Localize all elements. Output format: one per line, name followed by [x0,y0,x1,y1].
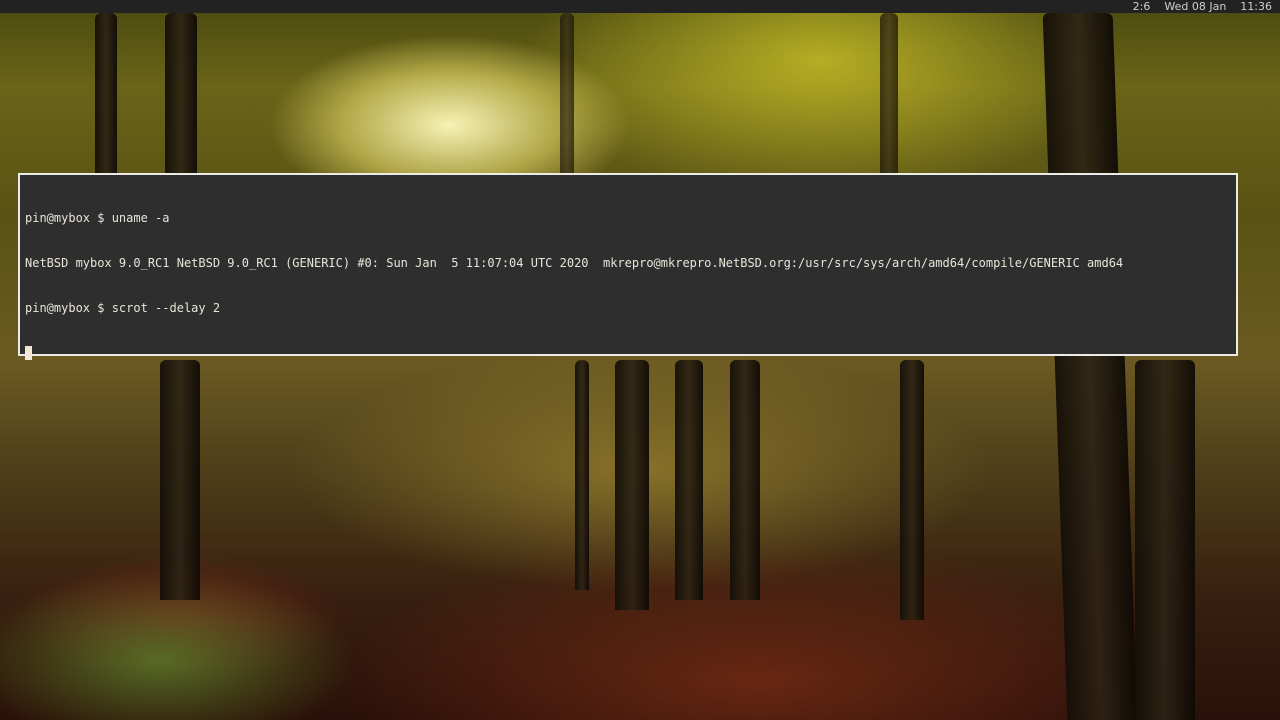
terminal-cursor-line [25,346,1231,361]
top-status-bar: 2:6 Wed 08 Jan 11:36 [0,0,1280,13]
tree-trunk [730,360,760,600]
tree-trunk [160,360,200,600]
tree-trunk [575,360,589,590]
tree-trunk [615,360,649,610]
tree-trunk [1135,360,1195,720]
terminal-output[interactable]: pin@mybox $ uname -a NetBSD mybox 9.0_RC… [25,181,1231,391]
terminal-line: NetBSD mybox 9.0_RC1 NetBSD 9.0_RC1 (GEN… [25,256,1124,270]
terminal-line: pin@mybox $ uname -a [25,211,170,225]
terminal-window[interactable]: pin@mybox $ uname -a NetBSD mybox 9.0_RC… [18,173,1238,360]
workspace-indicator[interactable]: 2:6 [1133,0,1151,13]
tree-trunk [880,13,898,173]
clock-display: 11:36 [1240,0,1272,13]
tree-trunk [95,13,117,173]
text-cursor [25,346,32,360]
date-display: Wed 08 Jan [1164,0,1227,13]
tree-trunk [165,13,197,173]
tree-trunk [900,360,924,620]
status-area: 2:6 Wed 08 Jan 11:36 [1133,0,1272,13]
tree-trunk [675,360,703,600]
terminal-line: pin@mybox $ scrot --delay 2 [25,301,221,315]
tree-trunk [560,13,574,173]
